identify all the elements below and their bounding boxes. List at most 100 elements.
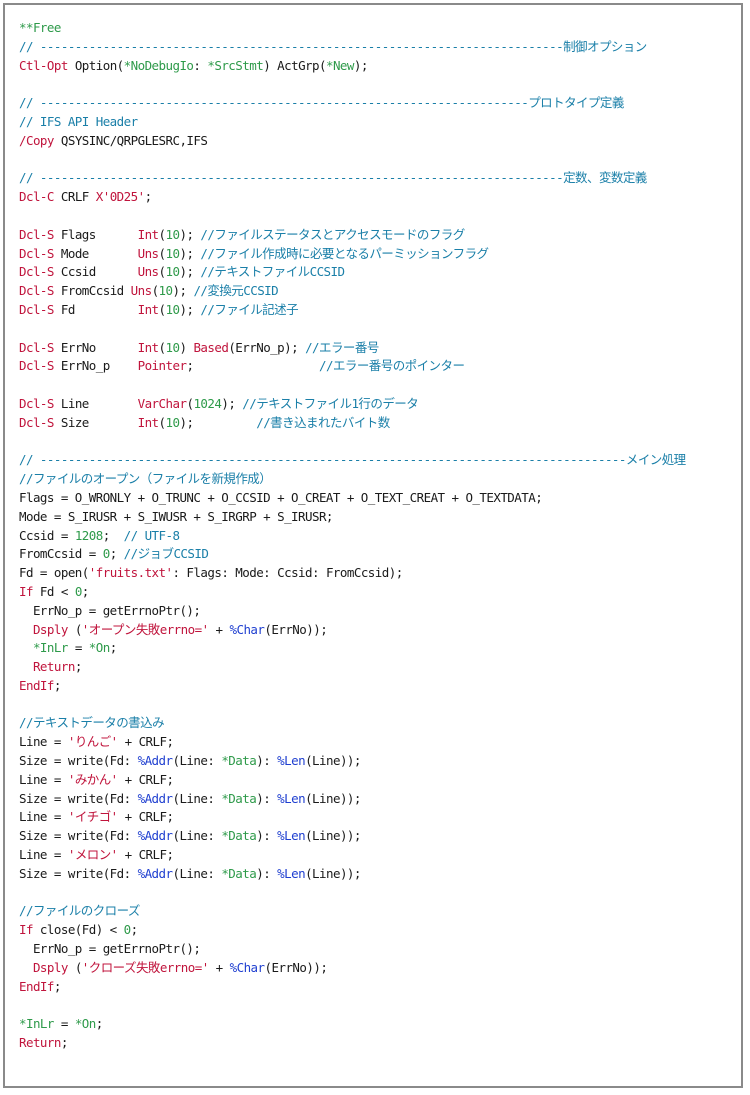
code-text: FromCcsid = bbox=[19, 546, 103, 562]
code-text: = bbox=[67, 640, 89, 656]
keyword-token: Int bbox=[137, 226, 159, 242]
keyword-token: Dcl-S bbox=[19, 358, 54, 374]
builtin-function-token: %Addr bbox=[137, 753, 173, 769]
code-text: ); bbox=[179, 301, 201, 317]
code-line: /Copy QSYSINC/QRPGLESRC,IFS bbox=[19, 132, 739, 151]
code-text: + CRLF; bbox=[117, 809, 174, 825]
code-line: Flags = O_WRONLY + O_TRUNC + O_CCSID + O… bbox=[19, 489, 739, 508]
keyword-token: /Copy bbox=[19, 132, 54, 148]
comment-token: //ジョブCCSID bbox=[123, 546, 209, 562]
code-line: Dcl-S FromCcsid Uns(10); //変換元CCSID bbox=[19, 282, 739, 301]
builtin-function-token: %Len bbox=[277, 828, 306, 844]
code-line: Dcl-S Size Int(10); //書き込まれたバイト数 bbox=[19, 414, 739, 433]
code-line: EndIf; bbox=[19, 978, 739, 997]
code-text: ): bbox=[256, 865, 278, 881]
string-token: 'りんご' bbox=[67, 734, 118, 750]
code-line: Dsply ('クローズ失敗errno=' + %Char(ErrNo)); bbox=[19, 959, 739, 978]
code-line: FromCcsid = 0; //ジョブCCSID bbox=[19, 545, 739, 564]
code-text: ; bbox=[53, 978, 62, 994]
code-text: ( bbox=[158, 414, 167, 430]
code-text: (Line)); bbox=[305, 865, 361, 881]
code-text: ); bbox=[221, 395, 243, 411]
keyword-token: EndIf bbox=[19, 978, 54, 994]
code-line: //テキストデータの書込み bbox=[19, 714, 739, 733]
code-line: // -------------------------------------… bbox=[19, 94, 739, 113]
code-text: (Line: bbox=[172, 790, 222, 806]
number-token: 10 bbox=[165, 264, 181, 280]
number-token: 10 bbox=[165, 245, 181, 261]
comment-token: //ファイルステータスとアクセスモードのフラグ bbox=[200, 226, 465, 242]
code-text: (ErrNo)); bbox=[264, 621, 328, 637]
special-value-token: *NoDebugIo bbox=[123, 57, 194, 73]
code-line: Size = write(Fd: %Addr(Line: *Data): %Le… bbox=[19, 752, 739, 771]
builtin-function-token: %Len bbox=[277, 790, 306, 806]
code-text: = bbox=[53, 1016, 75, 1032]
keyword-token: Int bbox=[137, 301, 159, 317]
code-text: (Line: bbox=[172, 828, 222, 844]
builtin-function-token: %Len bbox=[277, 753, 306, 769]
code-text: ; bbox=[60, 1035, 69, 1051]
string-token: 'オープン失敗errno=' bbox=[81, 621, 209, 637]
code-text: ): bbox=[256, 828, 278, 844]
comment-token: //変換元CCSID bbox=[193, 283, 279, 299]
keyword-token: Dcl-S bbox=[19, 339, 54, 355]
code-text: Line = bbox=[19, 847, 68, 863]
code-text: ; bbox=[109, 546, 124, 562]
code-text: ErrNo bbox=[53, 339, 138, 355]
special-value-token: *On bbox=[88, 640, 110, 656]
keyword-token: EndIf bbox=[19, 677, 54, 693]
keyword-token: Ctl-Opt bbox=[19, 57, 68, 73]
number-token: 10 bbox=[165, 339, 181, 355]
comment-token: // -------------------------------------… bbox=[19, 38, 647, 54]
code-text: Ccsid = bbox=[19, 527, 75, 543]
code-text: Size bbox=[53, 414, 138, 430]
code-text: ; bbox=[109, 640, 118, 656]
comment-token: // -------------------------------------… bbox=[19, 452, 686, 468]
code-line: Dcl-S Fd Int(10); //ファイル記述子 bbox=[19, 301, 739, 320]
keyword-token: Dcl-S bbox=[19, 264, 54, 280]
code-line: **Free bbox=[19, 19, 739, 38]
code-text: ) bbox=[179, 339, 194, 355]
comment-token: //テキストファイルCCSID bbox=[200, 264, 345, 280]
code-text: Line = bbox=[19, 771, 68, 787]
code-text: + CRLF; bbox=[117, 847, 174, 863]
code-text: Ccsid bbox=[53, 264, 138, 280]
code-text: Fd = open( bbox=[19, 565, 89, 581]
code-line: Size = write(Fd: %Addr(Line: *Data): %Le… bbox=[19, 827, 739, 846]
comment-token: //ファイル作成時に必要となるパーミッションフラグ bbox=[200, 245, 489, 261]
code-line: //ファイルのオープン（ファイルを新規作成） bbox=[19, 470, 739, 489]
code-text: FromCcsid bbox=[53, 283, 131, 299]
code-text: ; bbox=[53, 677, 62, 693]
code-text: (Line)); bbox=[305, 828, 361, 844]
code-text: close(Fd) < bbox=[32, 922, 124, 938]
code-text: ; bbox=[74, 659, 83, 675]
code-text: Size = write(Fd: bbox=[19, 865, 138, 881]
code-text: (Line: bbox=[172, 753, 222, 769]
builtin-function-token: %Char bbox=[229, 621, 265, 637]
special-value-token: *Data bbox=[221, 865, 257, 881]
code-text: Line bbox=[53, 395, 138, 411]
code-text: ; bbox=[144, 189, 153, 205]
code-line: Dcl-S Ccsid Uns(10); //テキストファイルCCSID bbox=[19, 263, 739, 282]
code-line: Line = 'みかん' + CRLF; bbox=[19, 771, 739, 790]
code-line: Dsply ('オープン失敗errno=' + %Char(ErrNo)); bbox=[19, 621, 739, 640]
code-listing-frame: **Free // -------------------------------… bbox=[3, 3, 743, 1088]
code-text: : bbox=[193, 57, 208, 73]
code-text: (Line: bbox=[172, 865, 222, 881]
code-line: Dcl-C CRLF X'0D25'; bbox=[19, 188, 739, 207]
string-token: 'クローズ失敗errno=' bbox=[81, 959, 209, 975]
special-value-token: *SrcStmt bbox=[207, 57, 264, 73]
code-text: Flags = O_WRONLY + O_TRUNC + O_CCSID + O… bbox=[19, 489, 543, 505]
comment-token: //エラー番号 bbox=[305, 339, 379, 355]
builtin-function-token: %Len bbox=[277, 865, 306, 881]
keyword-token: Dcl-S bbox=[19, 414, 54, 430]
code-line: //ファイルのクローズ bbox=[19, 902, 739, 921]
special-value-token: *Data bbox=[221, 753, 257, 769]
code-text: (Line)); bbox=[305, 753, 361, 769]
code-text: ) ActGrp( bbox=[263, 57, 326, 73]
code-line: Ctl-Opt Option(*NoDebugIo: *SrcStmt) Act… bbox=[19, 57, 739, 76]
